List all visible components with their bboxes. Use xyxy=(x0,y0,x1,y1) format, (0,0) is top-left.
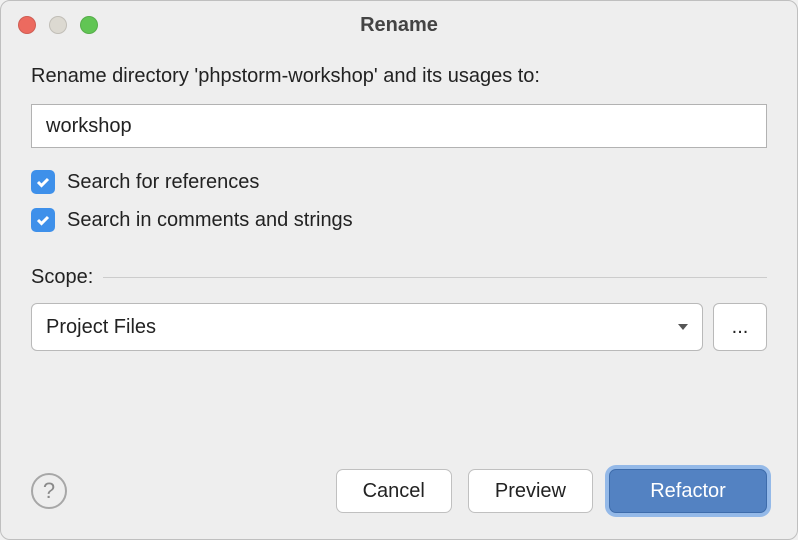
search-comments-label: Search in comments and strings xyxy=(67,209,353,232)
new-name-input[interactable] xyxy=(31,104,767,148)
scope-section: Scope: Project Files ... xyxy=(31,266,767,351)
rename-dialog: Rename Rename directory 'phpstorm-worksh… xyxy=(0,0,798,540)
scope-row: Project Files ... xyxy=(31,303,767,351)
search-references-row: Search for references xyxy=(31,170,767,194)
close-window-button[interactable] xyxy=(18,16,36,34)
divider xyxy=(103,277,767,278)
dialog-content: Rename directory 'phpstorm-workshop' and… xyxy=(1,49,797,469)
window-controls xyxy=(18,16,98,34)
dialog-footer: ? Cancel Preview Refactor xyxy=(1,469,797,539)
help-button[interactable]: ? xyxy=(31,473,67,509)
search-comments-checkbox[interactable] xyxy=(31,208,55,232)
action-buttons: Cancel Preview Refactor xyxy=(336,469,767,513)
search-references-checkbox[interactable] xyxy=(31,170,55,194)
minimize-window-button[interactable] xyxy=(49,16,67,34)
check-icon xyxy=(35,174,51,190)
window-title: Rename xyxy=(1,14,797,37)
refactor-button[interactable]: Refactor xyxy=(609,469,767,513)
cancel-button[interactable]: Cancel xyxy=(336,469,452,513)
search-references-label: Search for references xyxy=(67,171,259,194)
search-comments-row: Search in comments and strings xyxy=(31,208,767,232)
maximize-window-button[interactable] xyxy=(80,16,98,34)
ellipsis-icon: ... xyxy=(732,316,749,339)
chevron-down-icon xyxy=(678,324,688,330)
scope-browse-button[interactable]: ... xyxy=(713,303,767,351)
check-icon xyxy=(35,212,51,228)
scope-label: Scope: xyxy=(31,266,93,289)
scope-selected-value: Project Files xyxy=(46,316,156,339)
scope-header: Scope: xyxy=(31,266,767,289)
help-icon: ? xyxy=(43,478,55,504)
preview-button[interactable]: Preview xyxy=(468,469,593,513)
titlebar: Rename xyxy=(1,1,797,49)
scope-combobox[interactable]: Project Files xyxy=(31,303,703,351)
prompt-label: Rename directory 'phpstorm-workshop' and… xyxy=(31,65,767,88)
options-group: Search for references Search in comments… xyxy=(31,170,767,246)
